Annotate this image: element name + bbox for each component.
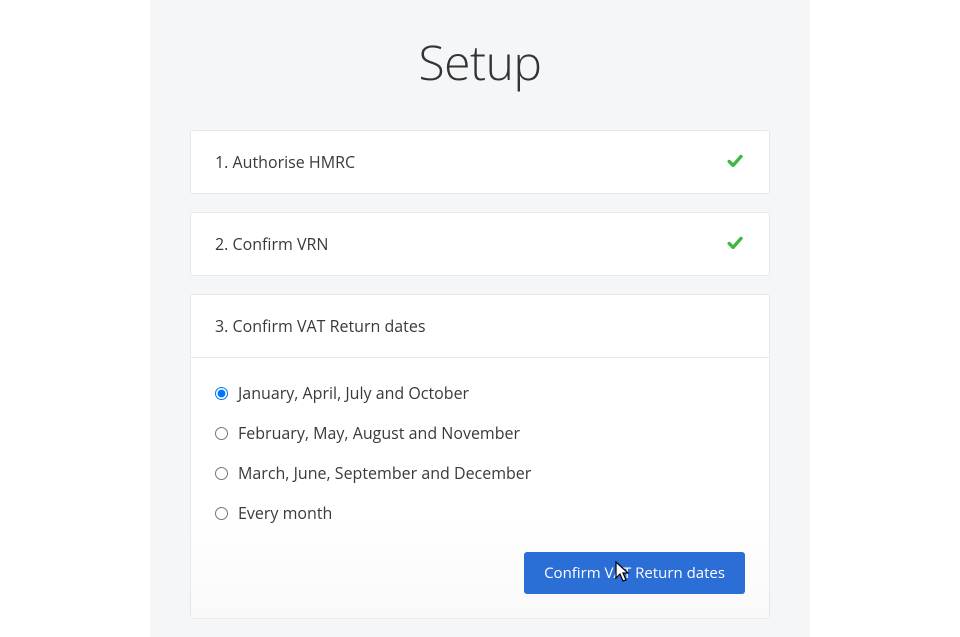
step-confirm-vrn[interactable]: 2. Confirm VRN [190, 212, 770, 276]
radio-option-mar-jun-sep-dec[interactable]: March, June, September and December [215, 462, 745, 484]
setup-page: Setup 1. Authorise HMRC 2. Confirm VRN 3… [150, 0, 810, 637]
step-title: 3. Confirm VAT Return dates [215, 315, 425, 337]
step-body: January, April, July and October Februar… [191, 358, 769, 618]
page-title: Setup [190, 30, 770, 95]
check-icon [727, 235, 745, 253]
radio-option-feb-may-aug-nov[interactable]: February, May, August and November [215, 422, 745, 444]
step-authorise-hmrc[interactable]: 1. Authorise HMRC [190, 130, 770, 194]
radio-label: Every month [238, 502, 332, 524]
radio-option-jan-apr-jul-oct[interactable]: January, April, July and October [215, 382, 745, 404]
step-title: 1. Authorise HMRC [215, 151, 355, 173]
check-icon [727, 153, 745, 171]
radio-input[interactable] [215, 507, 228, 520]
step-confirm-vat-dates: 3. Confirm VAT Return dates January, Apr… [190, 294, 770, 619]
button-row: Confirm VAT Return dates [215, 552, 745, 594]
confirm-vat-dates-button[interactable]: Confirm VAT Return dates [524, 552, 745, 594]
radio-input[interactable] [215, 387, 228, 400]
radio-label: January, April, July and October [238, 382, 469, 404]
radio-option-every-month[interactable]: Every month [215, 502, 745, 524]
step-title: 2. Confirm VRN [215, 233, 328, 255]
radio-input[interactable] [215, 427, 228, 440]
radio-label: March, June, September and December [238, 462, 531, 484]
radio-label: February, May, August and November [238, 422, 520, 444]
step-header: 3. Confirm VAT Return dates [191, 295, 769, 358]
radio-input[interactable] [215, 467, 228, 480]
